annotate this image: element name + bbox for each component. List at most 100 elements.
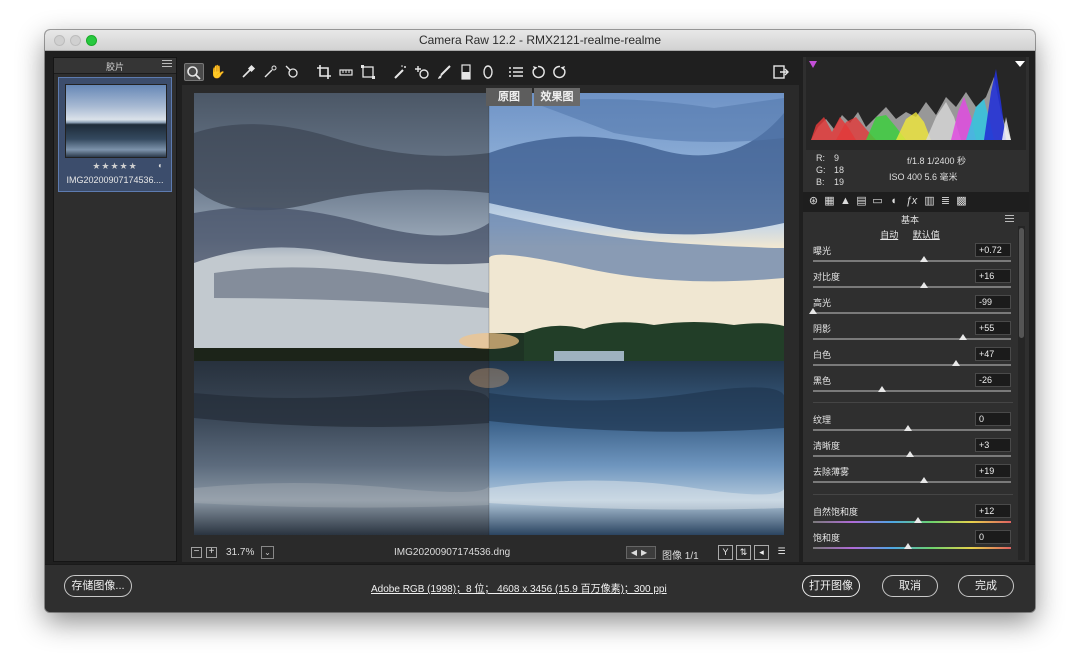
save-image-button[interactable]: 存储图像... [64, 575, 132, 597]
slider-thumb[interactable] [919, 477, 928, 483]
slider-track[interactable] [813, 481, 1011, 483]
slider-row: 去除薄雾 +19 [813, 464, 1013, 490]
g-value: 18 [834, 165, 845, 175]
default-link[interactable]: 默认值 [913, 230, 940, 240]
red-eye-tool-icon[interactable] [412, 63, 432, 81]
before-label: 原图 [486, 88, 532, 106]
slider-row: 阴影 +55 [813, 321, 1013, 347]
slider-thumb[interactable] [951, 360, 960, 366]
rotate-left-icon[interactable] [528, 63, 548, 81]
image-preview-area[interactable] [182, 85, 799, 545]
copy-settings-icon[interactable]: ◂ [754, 545, 769, 560]
filmstrip-header: 胶片 [54, 58, 176, 74]
tab-calibration-icon[interactable]: ▥ [923, 195, 936, 208]
slider-value-input[interactable]: +12 [975, 504, 1011, 518]
targeted-adjustment-tool-icon[interactable] [282, 63, 302, 81]
slider-value-input[interactable]: +3 [975, 438, 1011, 452]
tab-hsl-icon[interactable]: ▤ [855, 195, 868, 208]
slider-row: 饱和度 0 [813, 530, 1013, 556]
transform-tool-icon[interactable] [358, 63, 378, 81]
zoom-dropdown-icon[interactable]: ⌄ [261, 546, 274, 559]
tab-effects-icon[interactable]: ƒx [905, 195, 918, 208]
image-count: 图像 1/1 [662, 551, 699, 562]
open-image-button[interactable]: 打开图像 [802, 575, 860, 597]
slider-value-input[interactable]: +47 [975, 347, 1011, 361]
cancel-button[interactable]: 取消 [882, 575, 938, 597]
image-nav-arrows[interactable]: ◀▶ [626, 546, 656, 559]
slider-thumb[interactable] [809, 308, 817, 314]
open-preferences-icon[interactable] [772, 63, 790, 81]
slider-track[interactable] [813, 260, 1011, 262]
slider-thumb[interactable] [878, 386, 887, 392]
slider-thumb[interactable] [904, 425, 913, 431]
slider-track[interactable] [813, 521, 1011, 523]
slider-value-input[interactable]: +55 [975, 321, 1011, 335]
slider-thumb[interactable] [919, 282, 928, 288]
slider-track[interactable] [813, 364, 1011, 366]
done-button[interactable]: 完成 [958, 575, 1014, 597]
preview-photo[interactable] [194, 93, 784, 535]
tab-presets-icon[interactable]: ≣ [939, 195, 952, 208]
slider-track[interactable] [813, 286, 1011, 288]
tab-lens-icon[interactable]: ◖ [887, 195, 900, 208]
basic-panel-menu-icon[interactable] [1005, 215, 1014, 224]
slider-thumb[interactable] [913, 517, 922, 523]
slider-value-input[interactable]: 0 [975, 530, 1011, 544]
slider-value-input[interactable]: -26 [975, 373, 1011, 387]
filmstrip-menu-icon[interactable] [162, 60, 172, 69]
preferences-list-icon[interactable] [506, 63, 526, 81]
group-divider [813, 402, 1013, 403]
slider-value-input[interactable]: 0 [975, 412, 1011, 426]
thumbnail-name: IMG20200907174536.... [66, 175, 164, 185]
crop-tool-icon[interactable] [314, 63, 334, 81]
thumbnail-image [65, 84, 167, 158]
slider-label: 纹理 [813, 415, 832, 425]
adjustment-brush-icon[interactable] [434, 63, 454, 81]
slider-thumb[interactable] [906, 451, 915, 457]
slider-track[interactable] [813, 390, 1011, 392]
slider-row: 自然饱和度 +12 [813, 504, 1013, 530]
slider-row: 对比度 +16 [813, 269, 1013, 295]
slider-value-input[interactable]: +16 [975, 269, 1011, 283]
title-bar[interactable]: Camera Raw 12.2 - RMX2121-realme-realme [45, 30, 1035, 51]
tab-split-toning-icon[interactable]: ▭ [871, 195, 884, 208]
tab-tone-curve-icon[interactable]: ▦ [823, 195, 836, 208]
zoom-tool-icon[interactable] [184, 63, 204, 81]
rotate-right-icon[interactable] [550, 63, 570, 81]
b-value: 19 [834, 177, 845, 187]
slider-value-input[interactable]: -99 [975, 295, 1011, 309]
panel-scroll-thumb[interactable] [1019, 228, 1024, 338]
histogram[interactable] [806, 57, 1026, 150]
color-sampler-tool-icon[interactable] [260, 63, 280, 81]
highlight-clipping-icon [1015, 61, 1025, 67]
white-balance-tool-icon[interactable] [238, 63, 258, 81]
workflow-options-link[interactable]: Adobe RGB (1998)；8 位； 4608 x 3456 (15.9 … [371, 580, 667, 595]
slider-thumb[interactable] [919, 256, 928, 262]
toggle-settings-icon[interactable]: ☰ [774, 545, 789, 560]
filmstrip-thumbnail[interactable]: ★★★★★ ◐ IMG20200907174536.... [58, 77, 172, 192]
slider-track[interactable] [813, 312, 1011, 314]
spot-removal-tool-icon[interactable] [390, 63, 410, 81]
slider-value-input[interactable]: +0.72 [975, 243, 1011, 257]
slider-track[interactable] [813, 338, 1011, 340]
straighten-tool-icon[interactable] [336, 63, 356, 81]
panel-scrollbar[interactable] [1018, 226, 1025, 560]
tab-detail-icon[interactable]: ▲ [839, 195, 852, 208]
slider-value-input[interactable]: +19 [975, 464, 1011, 478]
panel-tab-bar: ⊛ ▦ ▲ ▤ ▭ ◖ ƒx ▥ ≣ ▩ [803, 192, 1029, 212]
auto-default-links: 自动 默认值 [803, 228, 1017, 241]
camera-raw-window: Camera Raw 12.2 - RMX2121-realme-realme … [45, 30, 1035, 612]
zoom-out-button[interactable]: − [191, 547, 202, 558]
before-after-view-icon[interactable]: Y [718, 545, 733, 560]
hand-tool-icon[interactable]: ✋ [208, 63, 228, 81]
tab-basic-icon[interactable]: ⊛ [807, 195, 820, 208]
tab-snapshots-icon[interactable]: ▩ [955, 195, 968, 208]
thumbnail-rating[interactable]: ★★★★★ [59, 161, 171, 172]
slider-thumb[interactable] [904, 543, 913, 549]
swap-before-after-icon[interactable]: ⇅ [736, 545, 751, 560]
auto-link[interactable]: 自动 [880, 230, 898, 240]
zoom-in-button[interactable]: + [206, 547, 217, 558]
graduated-filter-icon[interactable] [456, 63, 476, 81]
radial-filter-icon[interactable] [478, 63, 498, 81]
slider-thumb[interactable] [959, 334, 968, 340]
